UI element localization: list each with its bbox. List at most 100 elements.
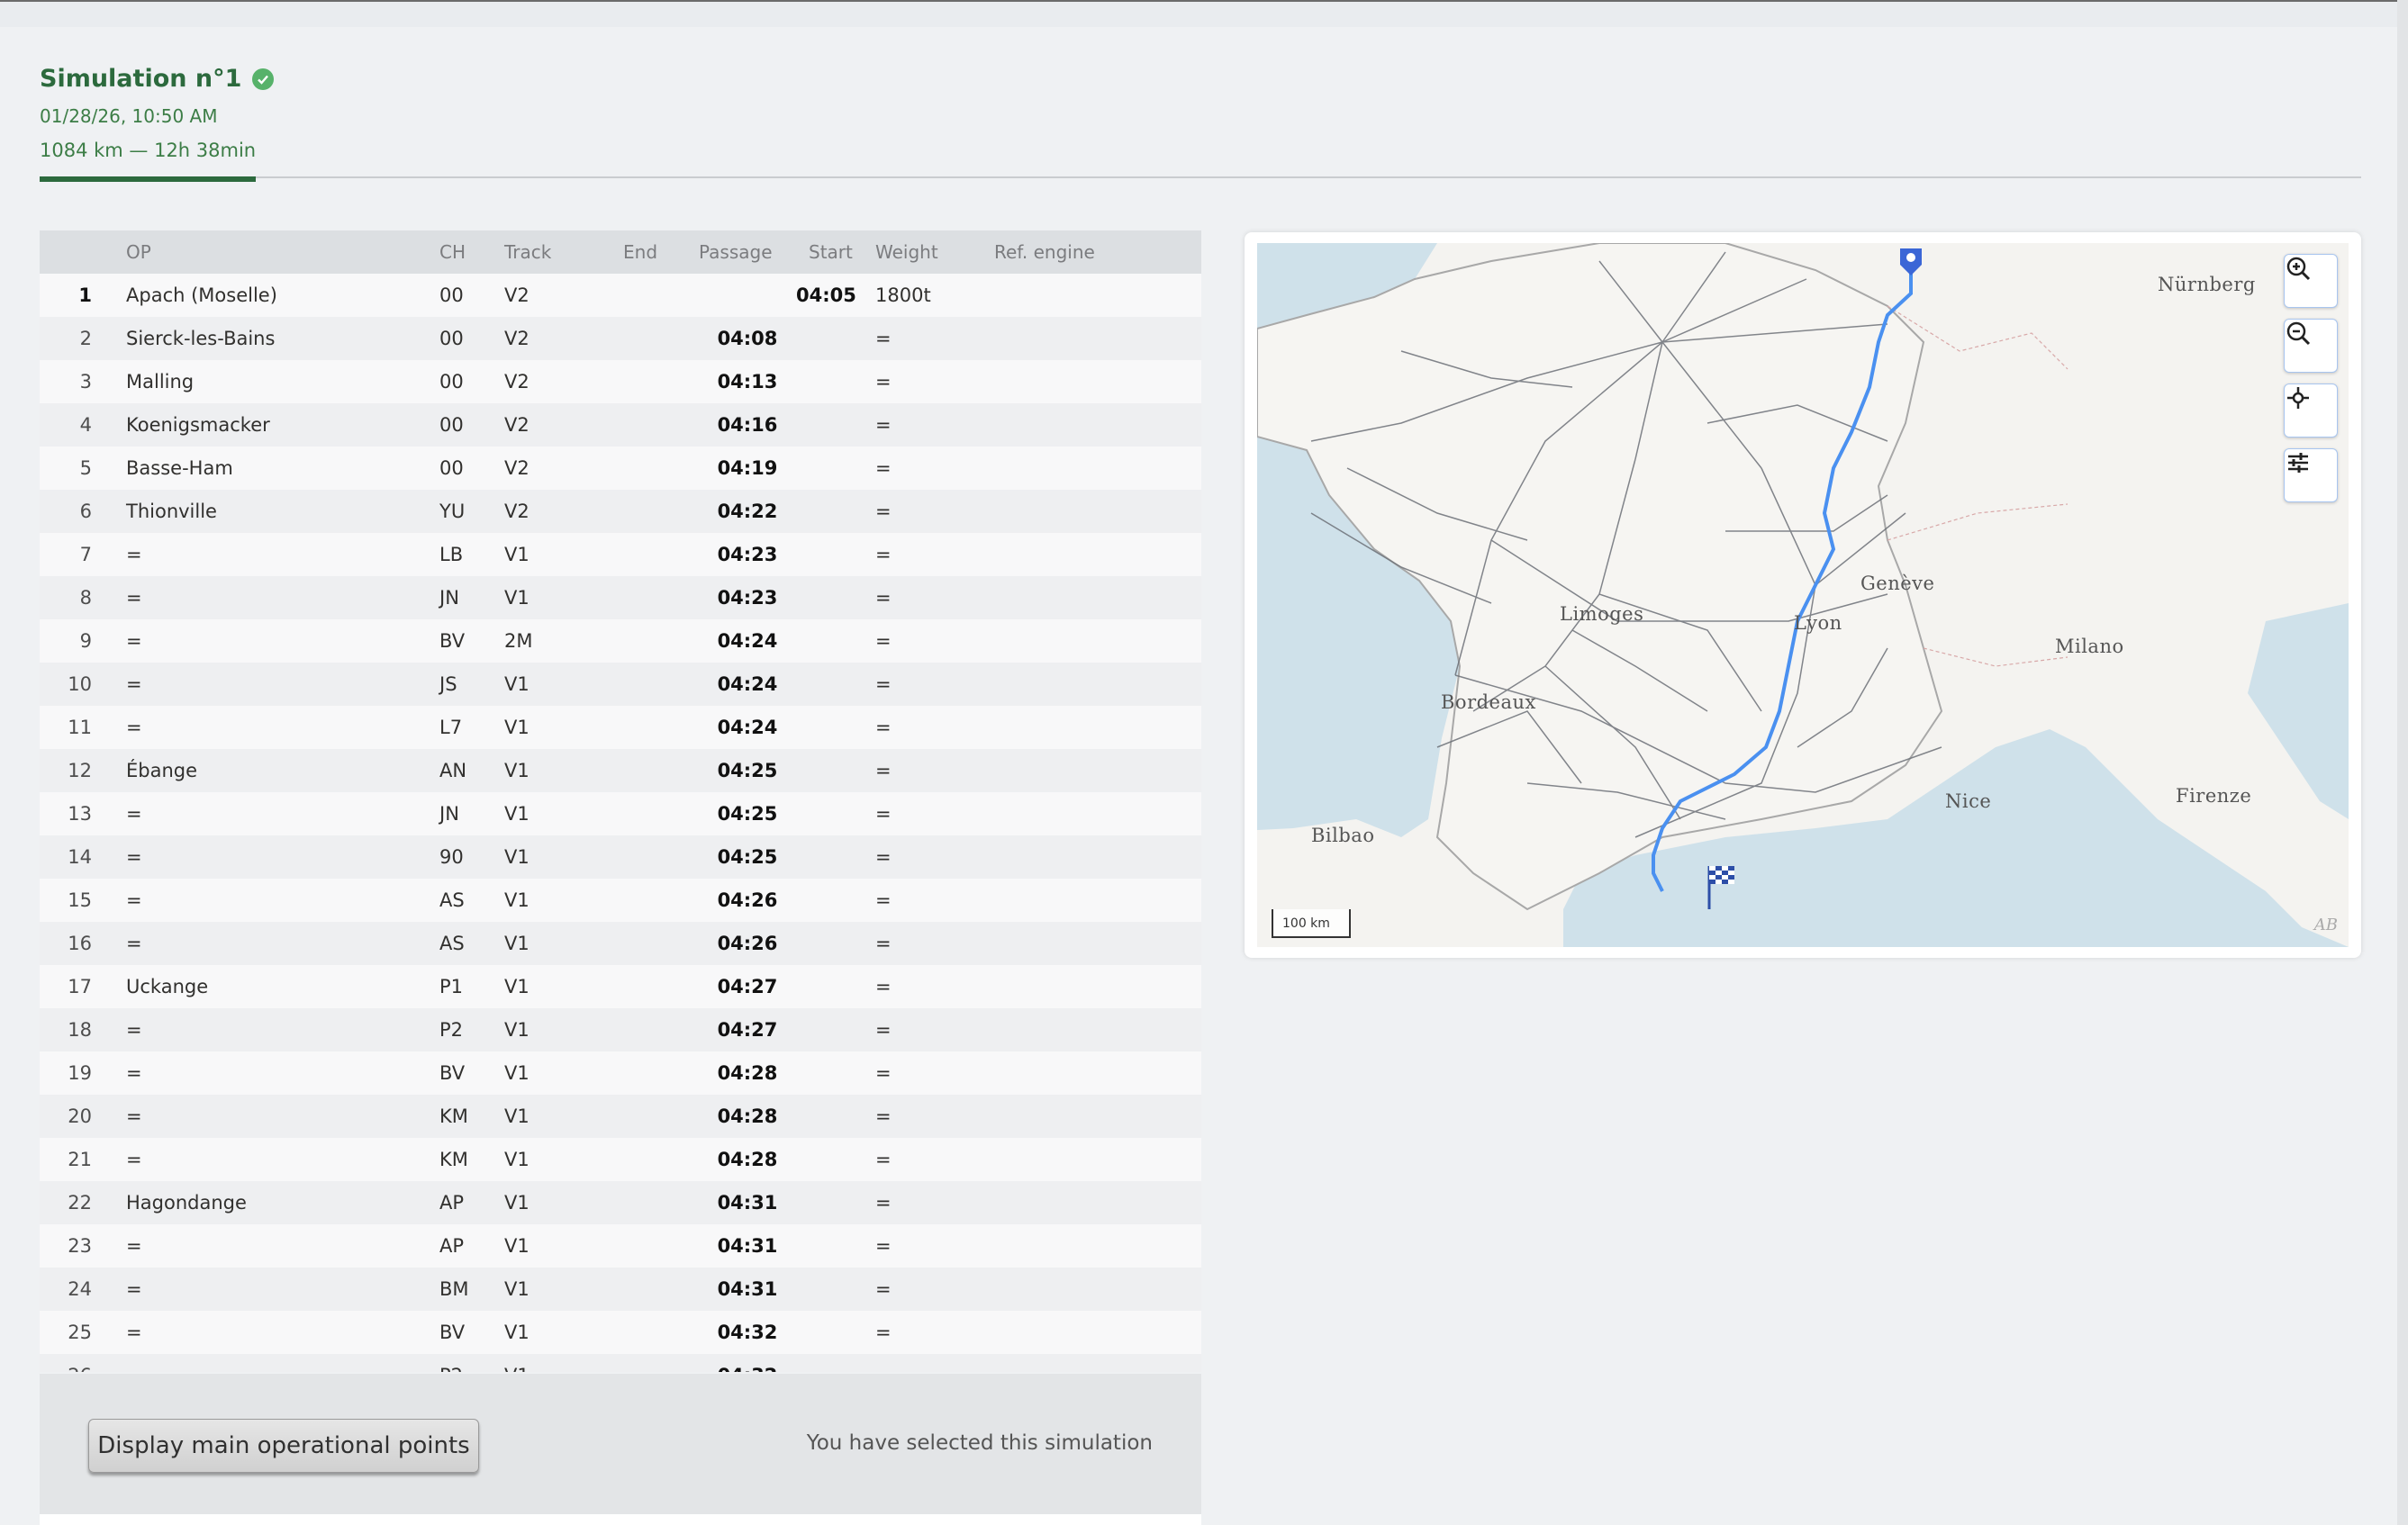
table-row[interactable]: 14 = 90 V1 04:25 = [40,835,1201,879]
table-row[interactable]: 16 = AS V1 04:26 = [40,922,1201,965]
passage-cell [699,274,796,317]
table-row[interactable]: 10 = JS V1 04:24 = [40,663,1201,706]
end-cell [623,1224,699,1268]
table-row[interactable]: 8 = JN V1 04:23 = [40,576,1201,619]
table-row[interactable]: 19 = BV V1 04:28 = [40,1051,1201,1095]
ref-engine-cell [994,1181,1201,1224]
city-firenze: Firenze [2176,785,2252,807]
table-row[interactable]: 12 Ébange AN V1 04:25 = [40,749,1201,792]
table-row[interactable]: 9 = BV 2M 04:24 = [40,619,1201,663]
map[interactable]: Nürnberg Genève Lyon Limoges Milano Bord… [1257,243,2349,947]
track-cell: V1 [504,1268,623,1311]
end-cell [623,490,699,533]
ch-cell: KM [439,1138,504,1181]
track-cell: V1 [504,792,623,835]
recenter-icon [2287,387,2309,409]
table-row[interactable]: 4 Koenigsmacker 00 V2 04:16 = [40,403,1201,447]
weight-cell: = [875,1354,994,1372]
city-geneve: Genève [1860,573,1935,594]
start-cell [796,317,875,360]
track-cell: V2 [504,274,623,317]
table-row[interactable]: 11 = L7 V1 04:24 = [40,706,1201,749]
ref-engine-cell [994,879,1201,922]
weight-cell: = [875,922,994,965]
row-index: 5 [40,447,126,490]
weight-cell: = [875,1095,994,1138]
table-row[interactable]: 18 = P2 V1 04:27 = [40,1008,1201,1051]
ref-engine-cell [994,576,1201,619]
table-row[interactable]: 5 Basse-Ham 00 V2 04:19 = [40,447,1201,490]
weight-cell: = [875,1138,994,1181]
ch-cell: 00 [439,403,504,447]
start-cell [796,965,875,1008]
passage-cell: 04:31 [699,1224,796,1268]
ref-engine-cell [994,1008,1201,1051]
table-row[interactable]: 22 Hagondange AP V1 04:31 = [40,1181,1201,1224]
table-row[interactable]: 1 Apach (Moselle) 00 V2 04:05 1800t [40,274,1201,317]
table-row[interactable]: 6 Thionville YU V2 04:22 = [40,490,1201,533]
display-main-op-button[interactable]: Display main operational points [88,1419,479,1473]
header-ch: CH [439,230,504,274]
op-cell: Ébange [126,749,439,792]
weight-cell: = [875,447,994,490]
op-cell: = [126,1354,439,1372]
track-cell: V1 [504,922,623,965]
page-scrollbar[interactable] [2397,0,2408,1525]
track-cell: V1 [504,1008,623,1051]
table-row[interactable]: 15 = AS V1 04:26 = [40,879,1201,922]
passage-cell: 04:31 [699,1268,796,1311]
start-cell [796,1224,875,1268]
table-row[interactable]: 13 = JN V1 04:25 = [40,792,1201,835]
zoom-in-button[interactable] [2284,254,2338,308]
header-index [40,230,126,274]
simulation-header[interactable]: Simulation n°1 01/28/26, 10:50 AM 1084 k… [40,65,275,161]
op-cell: = [126,1051,439,1095]
op-cell: = [126,663,439,706]
row-index: 12 [40,749,126,792]
table-row[interactable]: 17 Uckange P1 V1 04:27 = [40,965,1201,1008]
table-row[interactable]: 24 = BM V1 04:31 = [40,1268,1201,1311]
ch-cell: JN [439,792,504,835]
table-row[interactable]: 23 = AP V1 04:31 = [40,1224,1201,1268]
ref-engine-cell [994,317,1201,360]
track-cell: V1 [504,835,623,879]
track-cell: V1 [504,576,623,619]
header-end: End [623,230,699,274]
start-cell [796,360,875,403]
table-row[interactable]: 25 = BV V1 04:32 = [40,1311,1201,1354]
ref-engine-cell [994,663,1201,706]
table-row[interactable]: 21 = KM V1 04:28 = [40,1138,1201,1181]
passage-cell: 04:13 [699,360,796,403]
start-cell [796,403,875,447]
city-milano: Milano [2055,636,2124,657]
row-index: 15 [40,879,126,922]
track-cell: V1 [504,965,623,1008]
row-index: 26 [40,1354,126,1372]
passage-cell: 04:25 [699,792,796,835]
ch-cell: P2 [439,1008,504,1051]
ref-engine-cell [994,1224,1201,1268]
end-cell [623,619,699,663]
table-row[interactable]: 20 = KM V1 04:28 = [40,1095,1201,1138]
map-settings-button[interactable] [2284,448,2338,502]
weight-cell: = [875,1051,994,1095]
op-cell: = [126,533,439,576]
end-cell [623,1138,699,1181]
settings-sliders-icon [2288,453,2308,473]
table-row[interactable]: 2 Sierck-les-Bains 00 V2 04:08 = [40,317,1201,360]
op-cell: = [126,835,439,879]
table-row[interactable]: 26=P2V104:32= [40,1354,1201,1372]
end-cell [623,706,699,749]
start-marker[interactable] [1900,248,1922,275]
map-attribution[interactable]: AB [2314,916,2338,934]
weight-cell: = [875,1311,994,1354]
recenter-button[interactable] [2284,384,2338,438]
weight-cell: = [875,749,994,792]
ch-cell: LB [439,533,504,576]
ref-engine-cell [994,619,1201,663]
zoom-out-button[interactable] [2284,319,2338,373]
timetable[interactable]: OP CH Track End Passage Start Weight Ref… [40,230,1201,1372]
table-row[interactable]: 3 Malling 00 V2 04:13 = [40,360,1201,403]
passage-cell: 04:23 [699,533,796,576]
table-row[interactable]: 7 = LB V1 04:23 = [40,533,1201,576]
